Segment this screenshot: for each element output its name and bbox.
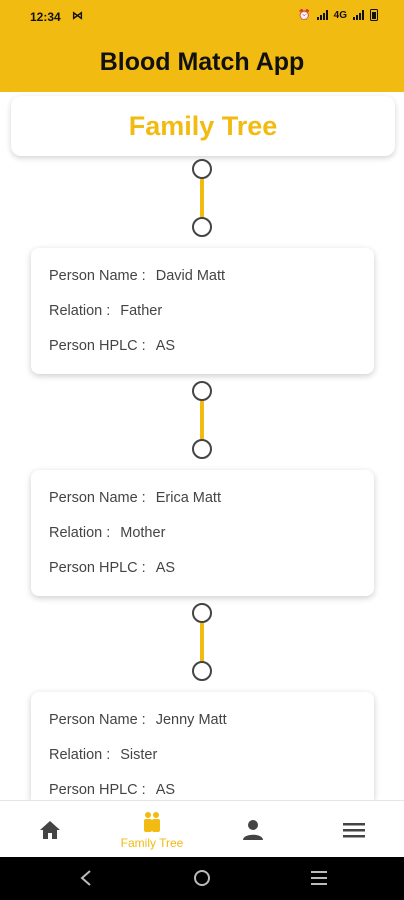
connector-node — [192, 381, 212, 401]
nav-home[interactable] — [30, 801, 70, 858]
hplc-label: Person HPLC : — [49, 560, 146, 576]
status-icons: ⏰ 4G — [298, 9, 378, 21]
person-name-label: Person Name : — [49, 490, 146, 506]
network-label-1: 4G — [333, 9, 347, 21]
person-card[interactable]: Person Name : Erica Matt Relation : Mother… — [31, 470, 374, 596]
family-icon — [144, 811, 160, 832]
home-icon — [40, 820, 60, 839]
connector-node — [192, 603, 212, 623]
home-button-icon[interactable] — [193, 869, 211, 887]
person-name-value: Erica Matt — [155, 490, 221, 506]
family-tree-header: Family Tree — [11, 96, 395, 156]
person-name-row: Person Name : Erica Matt — [49, 490, 221, 506]
menu-icon — [343, 822, 365, 837]
status-bar: 12:34 ⋈ ⏰ 4G — [0, 0, 404, 34]
person-name-row: Person Name : Jenny Matt — [49, 712, 227, 728]
notification-icon: ⋈ — [72, 10, 83, 22]
tree-connector — [190, 603, 214, 683]
hplc-row: Person HPLC : AS — [49, 782, 175, 798]
status-time: 12:34 — [30, 10, 61, 24]
recents-icon[interactable] — [310, 869, 328, 887]
person-name-label: Person Name : — [49, 712, 146, 728]
hplc-label: Person HPLC : — [49, 338, 146, 354]
relation-row: Relation : Sister — [49, 747, 157, 763]
relation-label: Relation : — [49, 303, 111, 319]
bottom-nav: Family Tree — [0, 800, 404, 857]
relation-value: Sister — [120, 747, 158, 763]
hplc-value: AS — [155, 782, 176, 798]
page-title: Family Tree — [128, 110, 278, 141]
hplc-label: Person HPLC : — [49, 782, 146, 798]
tree-connector — [190, 159, 214, 239]
relation-label: Relation : — [49, 525, 111, 541]
connector-node — [192, 439, 212, 459]
person-name-value: David Matt — [155, 268, 226, 284]
hplc-value: AS — [155, 338, 176, 354]
app-bar: 12:34 ⋈ ⏰ 4G Blood Match App — [0, 0, 404, 92]
nav-family-tree-label: Family Tree — [120, 835, 184, 850]
system-nav-bar — [0, 857, 404, 900]
battery-icon — [370, 9, 378, 21]
relation-label: Relation : — [49, 747, 111, 763]
signal-icon — [316, 10, 328, 20]
person-card[interactable]: Person Name : David Matt Relation : Father… — [31, 248, 374, 374]
person-icon — [243, 819, 263, 840]
connector-line — [200, 179, 204, 217]
person-name-value: Jenny Matt — [155, 712, 227, 728]
person-name-row: Person Name : David Matt — [49, 268, 225, 284]
connector-node — [192, 661, 212, 681]
app-title: Blood Match App — [99, 48, 305, 76]
tree-connector — [190, 381, 214, 461]
alarm-icon: ⏰ — [298, 9, 311, 21]
hplc-value: AS — [155, 560, 176, 576]
relation-row: Relation : Mother — [49, 525, 165, 541]
person-name-label: Person Name : — [49, 268, 146, 284]
nav-menu[interactable] — [334, 801, 374, 858]
person-card[interactable]: Person Name : Jenny Matt Relation : Sister… — [31, 692, 374, 800]
nav-family-tree[interactable]: Family Tree — [112, 801, 192, 858]
relation-value: Mother — [120, 525, 166, 541]
connector-line — [200, 623, 204, 661]
back-icon[interactable] — [78, 869, 94, 887]
nav-profile[interactable] — [233, 801, 273, 858]
connector-node — [192, 159, 212, 179]
connector-line — [200, 401, 204, 439]
hplc-row: Person HPLC : AS — [49, 560, 175, 576]
relation-row: Relation : Father — [49, 303, 162, 319]
hplc-row: Person HPLC : AS — [49, 338, 175, 354]
relation-value: Father — [120, 303, 163, 319]
signal-icon-2 — [353, 10, 364, 20]
connector-node — [192, 217, 212, 237]
